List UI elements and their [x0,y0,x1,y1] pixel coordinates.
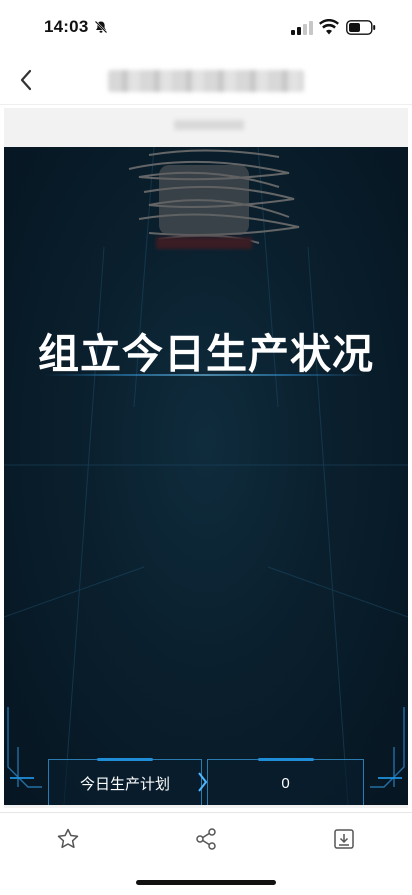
wifi-icon [319,19,339,35]
download-button[interactable] [330,825,358,853]
nav-bar [0,56,412,105]
star-icon [57,828,79,849]
home-indicator[interactable] [136,880,276,885]
battery-icon [346,20,376,35]
status-time: 14:03 [44,17,89,36]
plan-label-cell: 今日生产计划 [48,759,202,805]
plan-value: 0 [281,774,290,792]
chevron-left-icon [20,69,32,91]
share-icon [196,828,216,850]
cellular-signal-icon [291,21,313,35]
web-subtitle-redacted [174,120,244,130]
redacted-banner [156,237,252,249]
page-title-redacted [108,70,304,92]
dashboard-title: 组立今日生产状况 [38,331,374,377]
plan-label: 今日生产计划 [79,775,170,793]
bell-muted-icon [94,20,108,34]
bottom-toolbar [0,812,412,865]
dashboard-screen[interactable]: 组立今日生产状况 今日生产计划 0 [4,147,408,805]
back-button[interactable] [12,66,40,94]
status-bar: 14:03 [0,0,412,56]
favorite-button[interactable] [54,825,82,853]
share-button[interactable] [192,825,220,853]
plan-value-cell: 0 [207,759,364,805]
download-icon [334,829,354,849]
